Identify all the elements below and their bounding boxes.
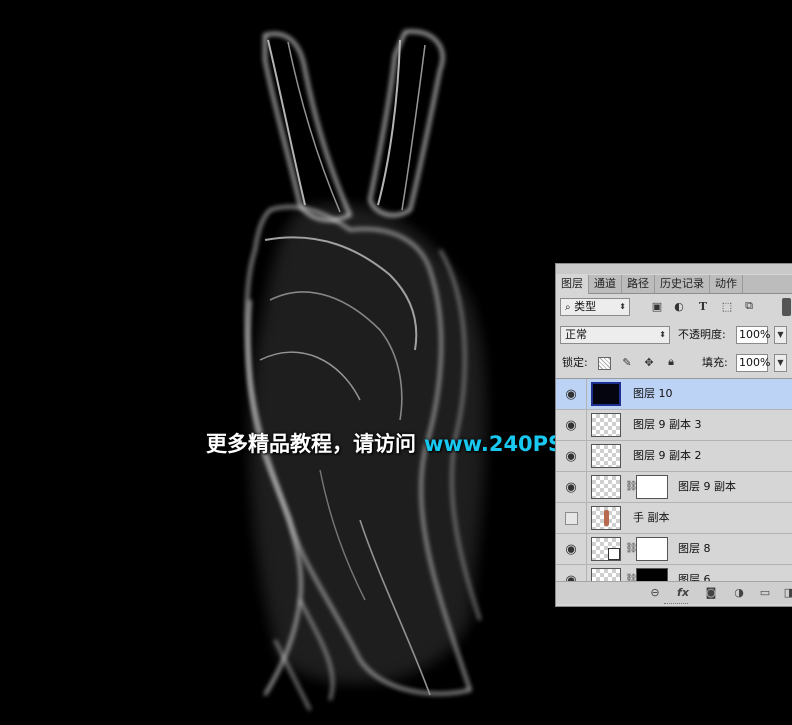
panel-tabs: 图层 通道 路径 历史记录 动作 (556, 275, 792, 294)
tab-history[interactable]: 历史记录 (655, 275, 710, 293)
adjustment-icon[interactable]: ◑ (732, 586, 746, 600)
eye-icon: ◉ (565, 386, 577, 402)
layers-panel: 图层 通道 路径 历史记录 动作 ⌕ 类型 ⬍ ▣ ◐ T ⬚ ⧉ 正常 ⬍ 不… (555, 263, 792, 607)
layer-row[interactable]: ◉ 图层 9 副本 2 (556, 441, 792, 472)
fx-icon[interactable]: fx (676, 586, 690, 600)
layer-thumbnail (591, 506, 621, 530)
layer-row[interactable]: ◉ 图层 10 (556, 379, 792, 410)
blend-row: 正常 ⬍ 不透明度: 100% ▼ (556, 324, 792, 346)
hidden-eye-icon (564, 511, 578, 525)
eye-icon: ◉ (565, 541, 577, 557)
lock-position-move-icon[interactable]: ✥ (642, 355, 656, 369)
visibility-toggle[interactable]: ◉ (556, 441, 587, 471)
tab-layers[interactable]: 图层 (556, 275, 589, 294)
visibility-toggle[interactable]: ◉ (556, 472, 587, 502)
blend-mode-select[interactable]: 正常 ⬍ (560, 326, 670, 344)
lock-all-icon[interactable]: 🔒︎ (664, 355, 678, 369)
hand-thumbnail-shape (604, 510, 609, 526)
layer-row[interactable]: ◉ 图层 9 副本 3 (556, 410, 792, 441)
filter-toggle[interactable] (782, 298, 791, 316)
layer-name[interactable]: 图层 9 副本 (678, 472, 736, 502)
smoke-hand-illustration (245, 29, 486, 711)
new-layer-icon[interactable]: ◨ (782, 586, 792, 600)
lock-row: 锁定: ✎ ✥ 🔒︎ 填充: 100% ▼ (556, 352, 792, 374)
visibility-toggle[interactable]: ◉ (556, 534, 587, 564)
layer-name[interactable]: 图层 9 副本 2 (633, 441, 702, 471)
eye-icon: ◉ (565, 417, 577, 433)
layer-mask-thumbnail[interactable] (636, 537, 668, 561)
adjustment-filter-icon[interactable]: ◐ (672, 299, 686, 313)
layer-row[interactable]: ◉ ⛓ 图层 9 副本 (556, 472, 792, 503)
visibility-toggle[interactable]: ◉ (556, 565, 587, 581)
layer-name[interactable]: 图层 8 (678, 534, 711, 564)
lock-pixels-brush-icon[interactable]: ✎ (620, 355, 634, 369)
layer-thumbnail (591, 413, 621, 437)
visibility-toggle[interactable]: ◉ (556, 410, 587, 440)
tab-channels[interactable]: 通道 (589, 275, 622, 293)
layers-bottom-toolbar: ⊖ fx ◙ ◑ ▭ ◨ (556, 581, 792, 604)
filter-kind-select[interactable]: ⌕ 类型 ⬍ (560, 298, 630, 316)
filter-row: ⌕ 类型 ⬍ ▣ ◐ T ⬚ ⧉ (556, 296, 792, 318)
tab-paths[interactable]: 路径 (622, 275, 655, 293)
smart-object-badge-icon (608, 548, 620, 560)
updown-arrow-icon: ⬍ (659, 330, 666, 339)
layers-list: ◉ 图层 10 ◉ 图层 9 副本 3 ◉ 图层 9 副本 2 ◉ ⛓ 图层 9… (556, 378, 792, 581)
visibility-toggle[interactable] (556, 503, 587, 533)
layer-row[interactable]: 手 副本 (556, 503, 792, 534)
layer-thumbnail (591, 537, 621, 561)
search-icon: ⌕ (565, 302, 571, 313)
lock-transparency-icon[interactable] (598, 357, 611, 370)
watermark-text: 更多精品教程，请访问 (206, 432, 416, 456)
smart-object-filter-icon[interactable]: ⧉ (742, 299, 756, 313)
visibility-toggle[interactable]: ◉ (556, 379, 587, 409)
fill-label: 填充: (702, 356, 728, 369)
layer-row[interactable]: ◉ ⛓ 图层 6 (556, 565, 792, 581)
fill-dropdown-icon[interactable]: ▼ (774, 354, 787, 372)
opacity-dropdown-icon[interactable]: ▼ (774, 326, 787, 344)
layer-mask-thumbnail[interactable] (636, 475, 668, 499)
layer-row[interactable]: ◉ ⛓ 图层 8 (556, 534, 792, 565)
folder-icon[interactable]: ▭ (758, 586, 772, 600)
shape-filter-icon[interactable]: ⬚ (720, 299, 734, 313)
layer-name[interactable]: 图层 9 副本 3 (633, 410, 702, 440)
link-chain-icon[interactable]: ⛓ (625, 573, 638, 581)
layer-thumbnail (591, 444, 621, 468)
layer-mask-thumbnail[interactable] (636, 568, 668, 581)
opacity-input[interactable]: 100% (736, 326, 770, 344)
layer-thumbnail (591, 568, 621, 581)
eye-icon: ◉ (565, 572, 577, 582)
panel-title-bar[interactable] (556, 264, 792, 274)
add-mask-icon[interactable]: ◙ (704, 586, 718, 600)
fill-input[interactable]: 100% (736, 354, 770, 372)
layer-thumbnail (591, 382, 621, 406)
link-chain-icon[interactable]: ⛓ (625, 480, 638, 494)
link-icon[interactable]: ⊖ (648, 586, 662, 600)
type-filter-icon[interactable]: T (696, 299, 710, 313)
layer-name[interactable]: 图层 6 (678, 565, 711, 581)
lock-label: 锁定: (562, 356, 588, 369)
layer-thumbnail (591, 475, 621, 499)
eye-icon: ◉ (565, 479, 577, 495)
opacity-label: 不透明度: (678, 328, 726, 341)
filter-kind-label: 类型 (574, 300, 597, 313)
pixel-filter-icon[interactable]: ▣ (650, 299, 664, 313)
panel-resize-grip[interactable] (664, 603, 688, 606)
layer-name[interactable]: 图层 10 (633, 379, 673, 409)
updown-arrow-icon: ⬍ (619, 302, 626, 311)
link-chain-icon[interactable]: ⛓ (625, 542, 638, 556)
blend-mode-label: 正常 (565, 328, 587, 341)
eye-icon: ◉ (565, 448, 577, 464)
layer-name[interactable]: 手 副本 (633, 503, 670, 533)
tab-actions[interactable]: 动作 (710, 275, 743, 293)
